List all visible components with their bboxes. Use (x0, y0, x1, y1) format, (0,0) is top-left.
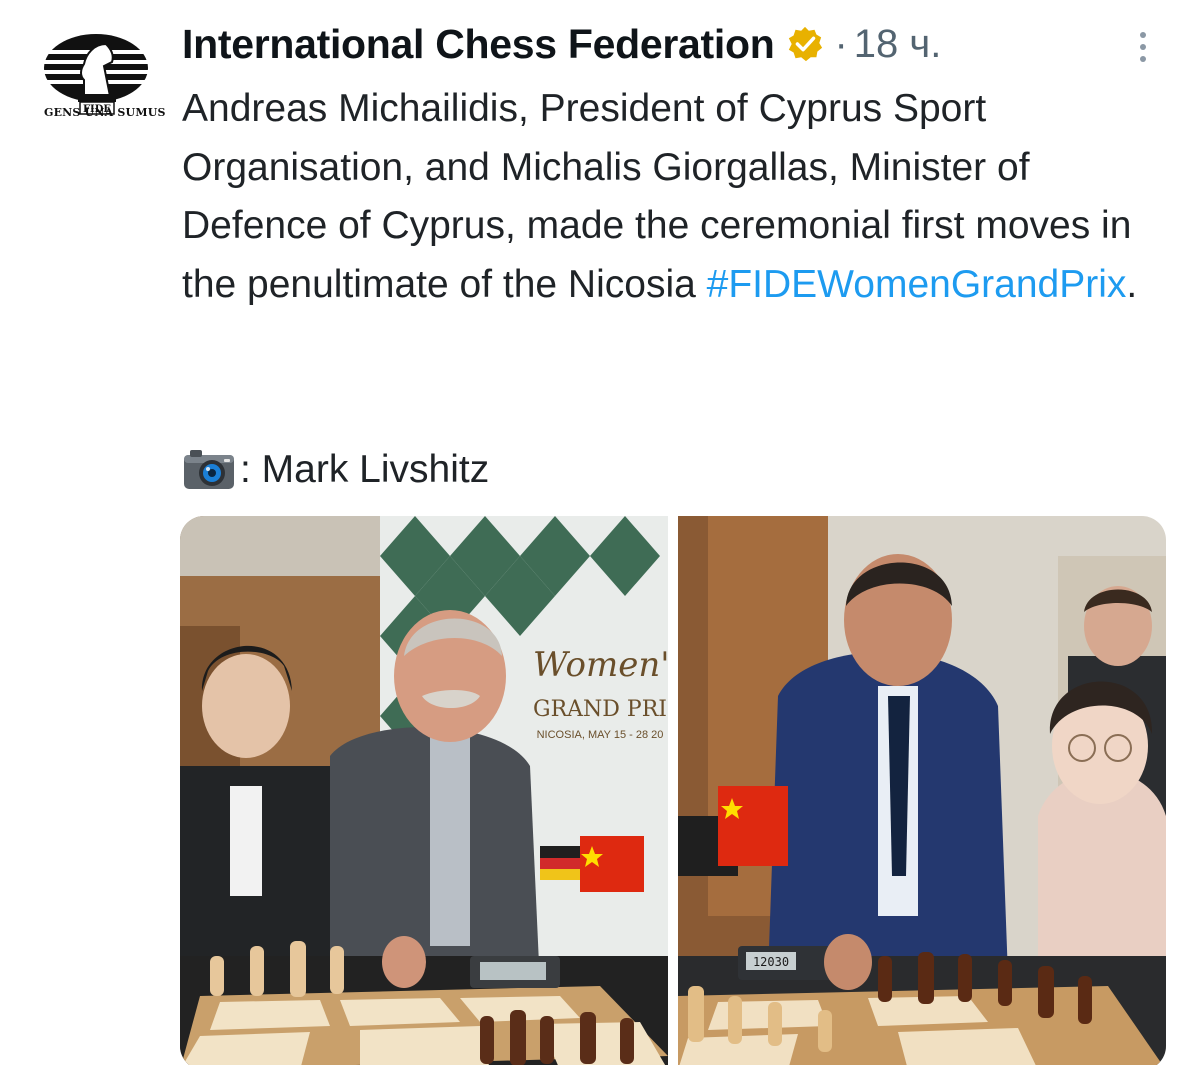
more-dot-icon (1140, 56, 1146, 62)
tweet-photo-1[interactable]: Women's GRAND PRI NICOSIA, MAY 15 - 28 2… (180, 516, 668, 1065)
more-dot-icon (1140, 44, 1146, 50)
tweet-header: International Chess Federation · 18 ч. (182, 16, 941, 72)
photo-credit: : Mark Livshitz (182, 440, 489, 500)
media-grid: Women's GRAND PRI NICOSIA, MAY 15 - 28 2… (180, 516, 1166, 1065)
more-dot-icon (1140, 32, 1146, 38)
header-separator: · (834, 21, 848, 66)
avatar-motto: GENS UNA SUMUS (44, 106, 166, 119)
credit-text: : Mark Livshitz (240, 448, 490, 491)
tweet-photo-2[interactable]: 12030 (678, 516, 1166, 1065)
author-name[interactable]: International Chess Federation (182, 21, 775, 68)
banner-dates: NICOSIA, MAY 15 - 28 20 (537, 729, 664, 741)
chess-clock-display: 12030 (753, 955, 789, 969)
banner-subtitle: GRAND PRI (533, 697, 667, 722)
tweet-timestamp[interactable]: 18 ч. (854, 22, 942, 67)
more-options-button[interactable] (1118, 22, 1168, 72)
verified-badge-icon[interactable] (786, 25, 824, 63)
tweet[interactable]: FIDE GENS UNA SUMUS International Chess … (0, 0, 1200, 1065)
tweet-text: Andreas Michailidis, President of Cyprus… (182, 80, 1142, 314)
camera-icon (182, 447, 236, 493)
banner-title: Women's (533, 645, 668, 685)
hashtag-link[interactable]: #FIDEWomenGrandPrix (707, 263, 1127, 306)
tweet-text-ending: . (1126, 262, 1138, 306)
